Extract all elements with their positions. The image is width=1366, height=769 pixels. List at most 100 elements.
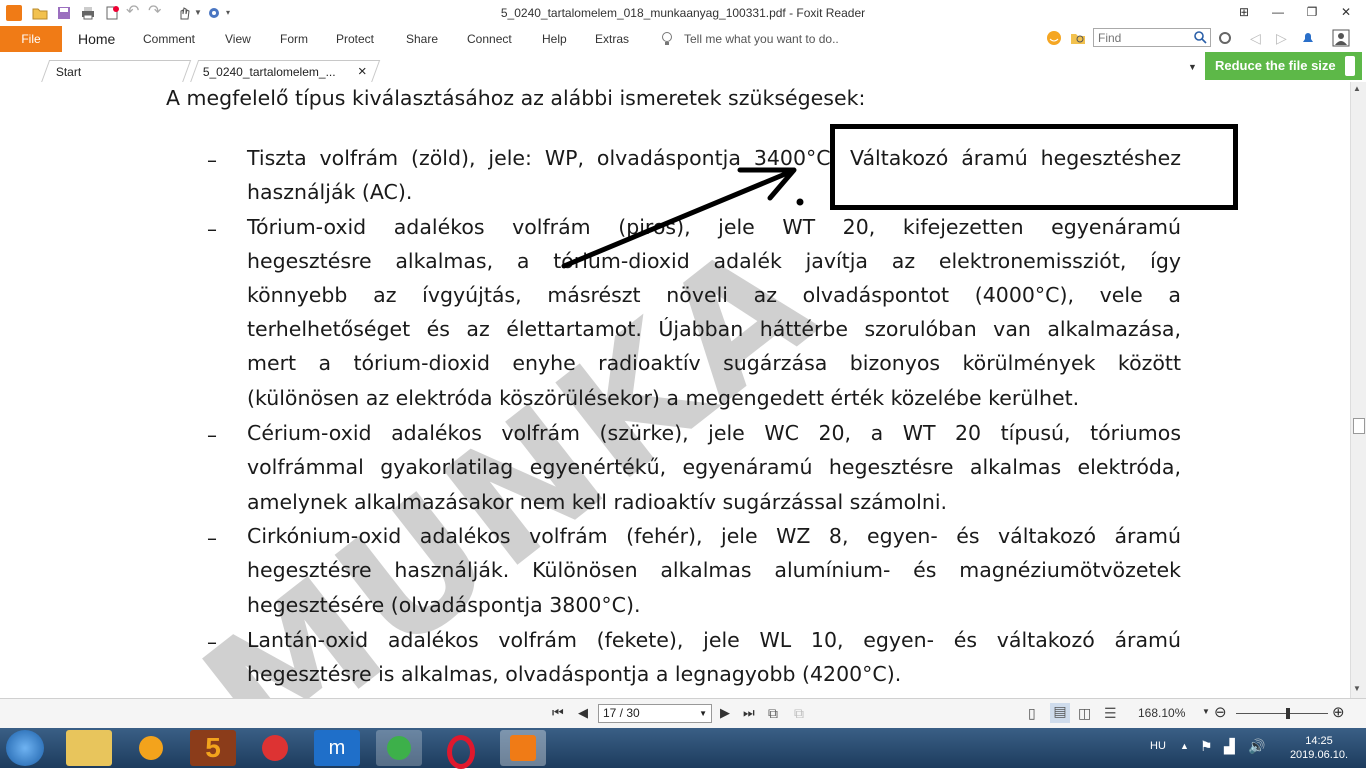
bullet-dash: – (207, 148, 217, 172)
windows-taskbar: 5 m HU ▲ ⚑ ▟ 🔊 14:25 2019.06.10. (0, 728, 1366, 769)
item-3-line-1: Cérium-oxid adalékos volfrám (szürke), j… (247, 421, 1181, 445)
last-page-icon[interactable]: ⏭ (743, 705, 755, 721)
continuous-page-icon[interactable]: ▤ (1050, 703, 1070, 723)
reduce-file-size-label: Reduce the file size (1215, 58, 1336, 73)
document-page[interactable]: MUNKA A megfelelő típus kiválasztásához … (0, 82, 1350, 698)
tab-home[interactable]: Home (78, 26, 115, 52)
clock-date: 2019.06.10. (1289, 749, 1349, 761)
item-1-line-2: használják (AC). (247, 180, 413, 204)
document-tabs-bar: Start 5_0240_tartalomelem_... × ▼ (0, 52, 1366, 83)
arrow-annotation[interactable] (550, 158, 820, 278)
previous-page-icon[interactable]: ◀ (578, 705, 588, 721)
restore-button[interactable]: ❐ (1300, 3, 1324, 21)
tab-comment[interactable]: Comment (143, 26, 195, 52)
close-button[interactable]: ✕ (1334, 3, 1358, 21)
item-2-line-6: (különösen az elektróda köszörülésekor) … (247, 386, 1080, 410)
file-explorer-icon[interactable] (66, 730, 112, 766)
tab-current-document[interactable]: 5_0240_tartalomelem_... × (189, 60, 381, 83)
zoom-out-icon[interactable]: ⊖ (1214, 703, 1227, 721)
tab-list-chevron-icon[interactable]: ▼ (1188, 62, 1197, 72)
intro-paragraph: A megfelelő típus kiválasztásához az alá… (166, 86, 866, 110)
zoom-slider-handle[interactable] (1286, 708, 1290, 719)
item-3-line-2: volfrámmal gyakorlatilag egyenértékű, eg… (247, 455, 1181, 479)
show-hidden-icons-icon[interactable]: ▲ (1180, 741, 1189, 751)
tab-view[interactable]: View (225, 26, 251, 52)
language-indicator[interactable]: HU (1150, 740, 1166, 752)
zoom-in-icon[interactable]: ⊕ (1332, 703, 1345, 721)
item-4-line-1: Cirkónium-oxid adalékos volfrám (fehér),… (247, 524, 1181, 548)
tab-form[interactable]: Form (280, 26, 308, 52)
page-dropdown-icon[interactable]: ▼ (699, 705, 707, 722)
maxthon-icon[interactable]: m (314, 730, 360, 766)
rectangle-annotation[interactable] (830, 124, 1238, 210)
item-3-line-3: amelynek alkalmazásakor nem kell radioak… (247, 490, 948, 514)
single-page-icon[interactable]: ▯ (1028, 705, 1036, 722)
tab-start-label: Start (55, 65, 82, 79)
start-button[interactable] (6, 730, 44, 766)
zoom-slider[interactable] (1236, 713, 1328, 714)
next-result-icon[interactable]: ▷ (1276, 30, 1287, 47)
zip-icon (1345, 56, 1355, 76)
page-number-field[interactable]: 17 / 30 ▼ (598, 704, 712, 723)
smiley-icon[interactable] (1046, 30, 1062, 46)
ribbon-display-icon[interactable]: ⊞ (1232, 3, 1256, 21)
clock-time: 14:25 (1305, 735, 1333, 747)
page-number-value: 17 / 30 (603, 706, 640, 720)
item-2-line-4: terhelhetőséget és az élettartamot. Újab… (247, 317, 1181, 341)
next-page-icon[interactable]: ▶ (720, 705, 730, 721)
status-bar: ⏮ ◀ 17 / 30 ▼ ▶ ⏭ ⧉ ⧉ ▯ ▤ ◫ ☰ 168.10% ▼ … (0, 698, 1366, 729)
tab-extras[interactable]: Extras (595, 26, 629, 52)
tab-protect[interactable]: Protect (336, 26, 374, 52)
green-app-icon[interactable] (376, 730, 422, 766)
search-folder-icon[interactable] (1070, 30, 1086, 46)
ccleaner-icon[interactable] (252, 730, 298, 766)
foxit-reader-taskbar-icon[interactable] (500, 730, 546, 766)
network-signal-icon[interactable]: ▟ (1224, 738, 1235, 755)
continuous-facing-icon[interactable]: ☰ (1104, 705, 1117, 722)
opera-icon[interactable] (438, 730, 484, 769)
tab-help[interactable]: Help (542, 26, 567, 52)
system-clock[interactable]: 14:25 2019.06.10. (1284, 734, 1354, 762)
user-account-icon[interactable] (1332, 29, 1350, 47)
search-icon[interactable] (1193, 30, 1207, 44)
game-five-icon[interactable]: 5 (190, 730, 236, 766)
item-2-line-5: mert a tórium-dioxid enyhe radioaktív su… (247, 351, 1181, 375)
bullet-dash: – (207, 526, 217, 550)
item-5-line-1: Lantán-oxid adalékos volfrám (fekete), j… (247, 628, 1181, 652)
tab-share[interactable]: Share (406, 26, 438, 52)
ribbon-tabs: File Home Comment View Form Protect Shar… (0, 26, 1366, 52)
vertical-scrollbar[interactable]: ▲ ▼ (1350, 82, 1366, 698)
item-5-line-2: hegesztésre is alkalmas, olvadáspontja a… (247, 662, 902, 686)
notification-bell-icon[interactable] (1300, 30, 1316, 46)
tab-start[interactable]: Start (40, 60, 192, 83)
reduce-file-size-button[interactable]: Reduce the file size (1205, 52, 1362, 80)
item-4-line-3: hegesztésére (olvadáspontja 3800°C). (247, 593, 641, 617)
tab-current-label: 5_0240_tartalomelem_... (202, 65, 336, 79)
scroll-down-icon[interactable]: ▼ (1353, 684, 1361, 693)
zoom-dropdown-icon[interactable]: ▼ (1202, 707, 1210, 716)
file-tab[interactable]: File (0, 26, 62, 52)
first-page-icon[interactable]: ⏮ (552, 705, 564, 721)
scrollbar-thumb[interactable] (1353, 418, 1365, 434)
facing-pages-icon[interactable]: ◫ (1078, 705, 1091, 722)
minimize-button[interactable]: — (1266, 3, 1290, 21)
settings-gear-icon[interactable] (1218, 31, 1232, 45)
volume-icon[interactable]: 🔊 (1248, 738, 1265, 755)
title-bar: ↶ ↷ ▼ ▾ 5_0240_tartalomelem_018_munkaany… (0, 0, 1366, 26)
item-4-line-2: hegesztésre használják. Különösen alkalm… (247, 558, 1181, 582)
previous-view-icon[interactable]: ⧉ (768, 705, 778, 722)
aimp-icon[interactable] (128, 730, 174, 766)
zoom-level[interactable]: 168.10% (1138, 706, 1185, 720)
bullet-dash: – (207, 630, 217, 654)
tab-connect[interactable]: Connect (467, 26, 512, 52)
action-center-flag-icon[interactable]: ⚑ (1200, 738, 1213, 755)
next-view-icon[interactable]: ⧉ (794, 705, 804, 722)
bullet-dash: – (207, 217, 217, 241)
item-2-line-3: könnyebb az ívgyújtás, másrészt növeli a… (247, 283, 1181, 307)
scroll-up-icon[interactable]: ▲ (1353, 84, 1361, 93)
close-tab-icon[interactable]: × (358, 61, 367, 83)
bullet-dash: – (207, 423, 217, 447)
window-title: 5_0240_tartalomelem_018_munkaanyag_10033… (500, 6, 866, 20)
tell-me-search[interactable]: Tell me what you want to do.. (684, 26, 839, 52)
previous-result-icon[interactable]: ◁ (1250, 30, 1261, 47)
